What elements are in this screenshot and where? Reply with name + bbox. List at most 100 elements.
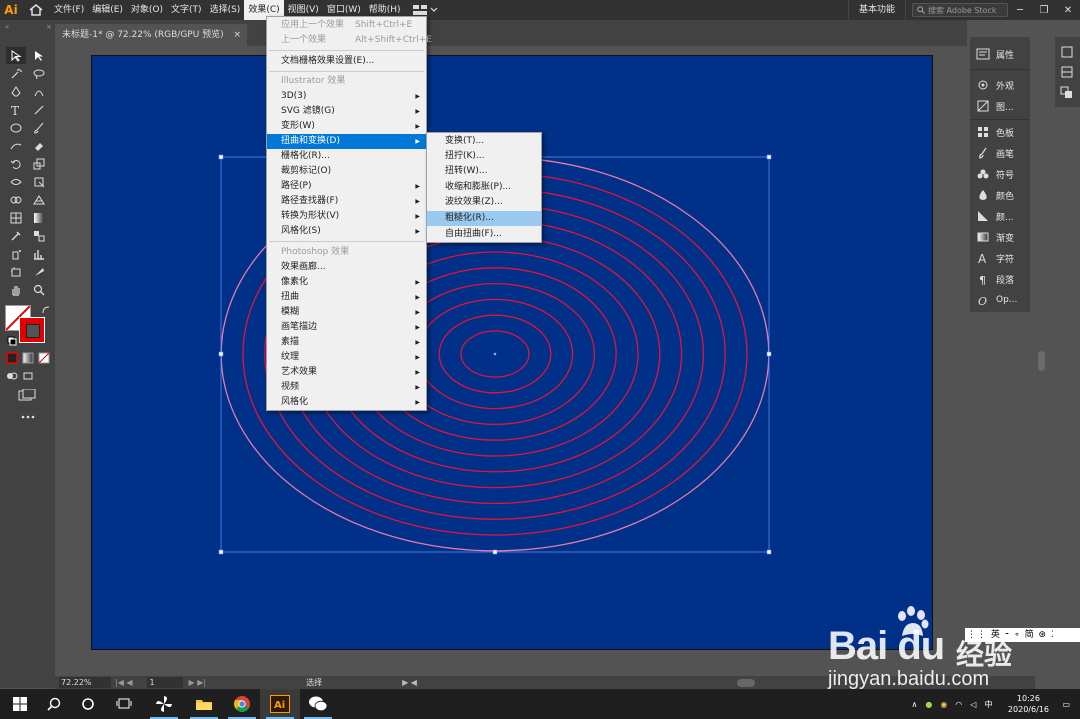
scroll-thumb[interactable]: [1038, 351, 1045, 371]
submenu-item-twist[interactable]: 扭转(W)...: [427, 164, 541, 179]
artboard-tool[interactable]: [6, 263, 26, 280]
arrange-documents-button[interactable]: [412, 5, 438, 15]
menu-item-rasterize[interactable]: 栅格化(R)...: [267, 149, 426, 164]
lasso-tool[interactable]: [29, 65, 49, 82]
menu-item-texture[interactable]: 纹理 ▶: [267, 350, 426, 365]
column-graph-tool[interactable]: [29, 245, 49, 262]
tray-overflow-icon[interactable]: ∧: [911, 700, 917, 709]
menu-item-distort-transform[interactable]: 扭曲和变换(D) ▶: [267, 134, 426, 149]
menu-item-warp[interactable]: 变形(W) ▶: [267, 119, 426, 134]
swap-fill-stroke-icon[interactable]: [36, 301, 56, 318]
page-number-field[interactable]: 1: [146, 677, 183, 688]
panel-brushes[interactable]: 画笔: [970, 143, 1030, 163]
scale-tool[interactable]: [29, 155, 49, 172]
blend-tool[interactable]: [29, 227, 49, 244]
menu-item-ps-stylize[interactable]: 风格化 ▶: [267, 395, 426, 410]
menu-type[interactable]: 文字(T): [167, 0, 206, 20]
submenu-item-tweak[interactable]: 扭拧(K)...: [427, 149, 541, 164]
line-segment-tool[interactable]: [29, 101, 49, 118]
close-window-button[interactable]: ✕: [1056, 0, 1080, 20]
tray-app-icon[interactable]: ◉: [940, 700, 947, 709]
submenu-item-zig-zag[interactable]: 波纹效果(Z)...: [427, 195, 541, 210]
menu-file[interactable]: 文件(F): [50, 0, 88, 20]
menu-item-video[interactable]: 视频 ▶: [267, 380, 426, 395]
slice-tool[interactable]: [29, 263, 49, 280]
vertical-scrollbar[interactable]: [1036, 46, 1046, 676]
panel-color-guide[interactable]: 颜...: [970, 206, 1030, 226]
none-mode-icon[interactable]: [34, 349, 54, 366]
menu-select[interactable]: 选择(S): [206, 0, 245, 20]
document-tab[interactable]: 未标题-1* @ 72.22% (RGB/GPU 预览) ×: [55, 24, 247, 46]
menu-item-svg-filters[interactable]: SVG 滤镜(G) ▶: [267, 104, 426, 119]
eraser-tool[interactable]: [29, 137, 49, 154]
more-tools-icon[interactable]: [18, 408, 38, 425]
width-tool[interactable]: [6, 173, 26, 190]
panel-color[interactable]: 颜色: [970, 185, 1030, 205]
submenu-item-free-distort[interactable]: 自由扭曲(F)...: [427, 227, 541, 242]
panel-graphic-styles[interactable]: 图...: [970, 96, 1030, 116]
mesh-tool[interactable]: [6, 209, 26, 226]
menu-item-sketch[interactable]: 素描 ▶: [267, 335, 426, 350]
minimize-button[interactable]: ─: [1008, 0, 1032, 20]
ime-icon[interactable]: 中: [984, 699, 992, 710]
eyedropper-tool[interactable]: [6, 227, 26, 244]
menu-item-pixelate[interactable]: 像素化 ▶: [267, 275, 426, 290]
screen-mode-icon[interactable]: [18, 367, 38, 384]
taskbar-wechat[interactable]: [298, 689, 338, 719]
menu-edit[interactable]: 编辑(E): [88, 0, 127, 20]
stock-search-input[interactable]: 搜索 Adobe Stock: [912, 3, 1008, 17]
horizontal-scroll-thumb[interactable]: [736, 678, 755, 687]
symbol-sprayer-tool[interactable]: [6, 245, 26, 262]
panel-appearance[interactable]: 外观: [970, 75, 1030, 95]
stroke-color-swatch[interactable]: [19, 317, 45, 343]
taskbar-file-explorer[interactable]: [184, 689, 224, 719]
menu-object[interactable]: 对象(O): [127, 0, 167, 20]
ellipse-tool[interactable]: [6, 119, 26, 136]
panel-paragraph[interactable]: ¶ 段落: [970, 269, 1030, 289]
menu-item-path[interactable]: 路径(P) ▶: [267, 179, 426, 194]
menu-item-artistic[interactable]: 艺术效果 ▶: [267, 365, 426, 380]
hand-tool[interactable]: [6, 281, 26, 298]
next-page-icon[interactable]: ▶ ▶|: [189, 678, 207, 687]
close-tab-button[interactable]: ×: [233, 24, 241, 46]
panel-opentype[interactable]: O Op...: [970, 290, 1030, 310]
curvature-tool[interactable]: [29, 83, 49, 100]
gradient-tool[interactable]: [29, 209, 49, 226]
menu-item-distort[interactable]: 扭曲 ▶: [267, 290, 426, 305]
perspective-grid-tool[interactable]: [29, 191, 49, 208]
status-arrow-icon[interactable]: ▶ ◀: [402, 678, 417, 687]
notification-icon[interactable]: ▭: [1062, 700, 1070, 709]
shape-builder-tool[interactable]: [6, 191, 26, 208]
tray-wechat-icon[interactable]: ●: [925, 700, 932, 709]
selection-tool[interactable]: [6, 47, 26, 64]
menu-item-blur[interactable]: 模糊 ▶: [267, 305, 426, 320]
menu-item-crop-marks[interactable]: 裁剪标记(O): [267, 164, 426, 179]
taskbar-app-fan[interactable]: [144, 689, 184, 719]
change-screen-mode-icon[interactable]: [17, 386, 37, 403]
network-icon[interactable]: ◠: [955, 700, 962, 709]
workspace-switcher[interactable]: 基本功能: [847, 0, 906, 20]
menu-item-effect-gallery[interactable]: 效果画廊...: [267, 260, 426, 275]
rotate-tool[interactable]: [6, 155, 26, 172]
default-colors-icon[interactable]: [2, 332, 22, 349]
taskbar-illustrator[interactable]: Ai: [260, 689, 300, 719]
paintbrush-tool[interactable]: [29, 119, 49, 136]
panel-character[interactable]: A 字符: [970, 248, 1030, 268]
menu-item-stylize[interactable]: 风格化(S) ▶: [267, 224, 426, 239]
home-icon[interactable]: [22, 0, 50, 20]
menu-item-raster-settings[interactable]: 文档栅格效果设置(E)...: [267, 54, 426, 69]
panel-symbols[interactable]: 符号: [970, 164, 1030, 184]
menu-item-convert-to-shape[interactable]: 转换为形状(V) ▶: [267, 209, 426, 224]
direct-selection-tool[interactable]: [29, 47, 49, 64]
submenu-item-roughen[interactable]: 粗糙化(R)...: [427, 211, 541, 226]
submenu-item-transform[interactable]: 变换(T)...: [427, 134, 541, 149]
submenu-item-pucker-bloat[interactable]: 收缩和膨胀(P)...: [427, 180, 541, 195]
shaper-tool[interactable]: [6, 137, 26, 154]
restore-button[interactable]: ❐: [1032, 0, 1056, 20]
taskbar-chrome[interactable]: [222, 689, 262, 719]
menu-item-pathfinder[interactable]: 路径查找器(F) ▶: [267, 194, 426, 209]
menu-item-brush-strokes[interactable]: 画笔描边 ▶: [267, 320, 426, 335]
free-transform-tool[interactable]: [29, 173, 49, 190]
clock[interactable]: 10:26 2020/6/16: [998, 693, 1058, 715]
first-page-icon[interactable]: |◀ ◀: [115, 678, 133, 687]
